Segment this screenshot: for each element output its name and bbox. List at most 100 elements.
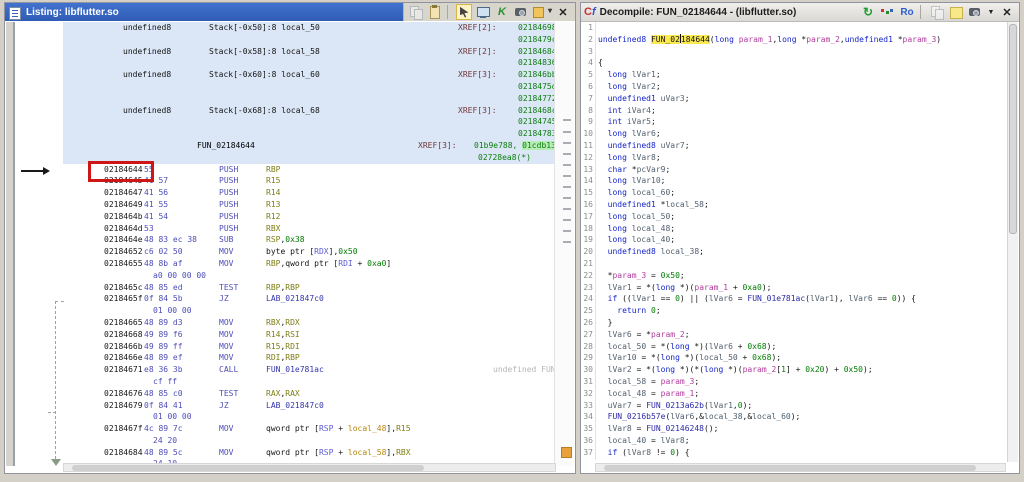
listing-row[interactable]: 0218479c( [63,33,556,46]
decompile-line[interactable]: 23 lVar1 = *(long *)(param_1 + 0xa0); [582,282,1006,294]
listing-row[interactable]: cf ff [63,376,556,388]
decompile-line[interactable]: 31 local_58 = param_3; [582,376,1006,388]
graph-icon[interactable] [879,4,895,20]
cursor-mode-icon[interactable] [456,4,472,20]
overview-tick[interactable] [563,186,571,188]
copy-icon[interactable] [408,4,424,20]
listing-row[interactable]: 24 20 [63,435,556,447]
listing-row[interactable]: 0218465c 48 85 ed TEST RBP,RBP [63,282,556,294]
listing-row[interactable]: FUN_02184644XREF[3]:01b9e788, 01cdb130 [63,139,556,152]
decompile-line[interactable]: 37 if (lVar8 != 0) { [582,447,1006,459]
listing-row[interactable]: 02184668 49 89 f6 MOV R14,RSI [63,329,556,341]
overview-tick[interactable] [563,142,571,144]
refresh-icon[interactable]: ↻ [860,4,876,20]
overview-tick[interactable] [563,230,571,232]
listing-row[interactable]: undefined8 Stack[-0x58]:8 local_58 XREF[2]… [63,45,556,58]
listing-row[interactable]: 02184836( [63,57,556,70]
decompile-line[interactable]: 7 undefined1 uVar3; [582,93,1006,105]
decompile-line[interactable]: 11 undefined8 uVar7; [582,140,1006,152]
decompile-line[interactable]: 19 long local_40; [582,234,1006,246]
overview-tick[interactable] [563,119,571,121]
bookmark-marker[interactable] [561,447,572,458]
listing-row[interactable]: 0218475d( [63,80,556,93]
listing-row[interactable]: 0218464e 48 83 ec 38 SUB RSP,0x38 [63,234,556,246]
listing-row[interactable]: 0218466b 49 89 ff MOV R15,RDI [63,341,556,353]
listing-row[interactable]: a0 00 00 00 [63,270,556,282]
listing-row[interactable]: 01 00 00 [63,411,556,423]
listing-row[interactable]: undefined8 Stack[-0x50]:8 local_50 XREF[2]… [63,22,556,34]
decompile-hscrollbar-thumb[interactable] [604,465,976,471]
display-snapshot-icon[interactable] [475,4,491,20]
listing-row[interactable]: 02184745( [63,116,556,129]
overview-tick[interactable] [563,131,571,133]
listing-row[interactable]: 0218466e 48 89 ef MOV RDI,RBP [63,352,556,364]
dropdown-arrow-icon[interactable]: ▼ [986,4,996,20]
decompile-line[interactable]: 6 long lVar2; [582,81,1006,93]
decompile-line[interactable]: 25 return 0; [582,305,1006,317]
decompile-line[interactable]: 16 undefined1 *local_58; [582,199,1006,211]
decompile-line[interactable]: 27 lVar6 = *param_2; [582,329,1006,341]
overview-tick[interactable] [563,241,571,243]
decompile-line[interactable]: 13 char *pcVar9; [582,164,1006,176]
decompile-line[interactable]: 18 long local_48; [582,223,1006,235]
listing-row[interactable]: 02184676 48 85 c0 TEST RAX,RAX [63,388,556,400]
overview-tick[interactable] [563,219,571,221]
listing-row[interactable]: 01 00 00 [63,305,556,317]
listing-row[interactable]: 02184649 41 55 PUSH R13 [63,199,556,211]
decompile-line[interactable]: 29 lVar10 = *(long *)(local_50 + 0x68); [582,352,1006,364]
listing-row[interactable]: 0218467f 4c 89 7c MOV qword ptr [RSP + loca… [63,423,556,435]
overview-tick[interactable] [563,197,571,199]
decompile-line[interactable]: 30 lVar2 = *(long *)(*(long *)(param_2[1… [582,364,1006,376]
listing-hscrollbar[interactable] [63,463,556,472]
decompile-line[interactable]: 17 long local_50; [582,211,1006,223]
decompile-line[interactable]: 2 undefined8 FUN_02184644(long param_1,lo… [582,33,1006,46]
listing-row[interactable]: 0218464b 41 54 PUSH R12 [63,211,556,223]
overview-tick[interactable] [563,164,571,166]
listing-row[interactable]: undefined8 Stack[-0x68]:8 local_68 XREF[3]… [63,104,556,117]
decompile-line[interactable]: 3 [582,46,1006,58]
decompile-line[interactable]: 33 uVar7 = FUN_0213a62b(lVar1,0); [582,400,1006,412]
decompile-line[interactable]: 38 if (lVar2 != 0) { [582,458,1006,460]
decompile-line[interactable]: 1 [582,22,1006,34]
listing-row[interactable]: 02184684 48 89 5c MOV qword ptr [RSP + loca… [63,447,556,459]
decompile-line[interactable]: 10 long lVar6; [582,128,1006,140]
decompile-line[interactable]: 21 [582,258,1006,270]
listing-row[interactable]: 02184772( [63,92,556,105]
camera-icon[interactable] [967,4,983,20]
overview-tick[interactable] [563,175,571,177]
listing-row[interactable]: 02184783( [63,128,556,140]
listing-row[interactable]: 02184655 48 8b af MOV RBP,qword ptr [RDI + … [63,258,556,270]
diff-view-icon[interactable]: K [494,4,510,20]
decompile-line[interactable]: 20 undefined8 local_38; [582,246,1006,258]
decompile-line[interactable]: 14 long lVar10; [582,175,1006,187]
listing-row[interactable]: 02184679 0f 84 41 JZ LAB_021847c0 [63,400,556,412]
camera-icon[interactable] [513,4,529,20]
decompile-hscrollbar[interactable] [595,463,1006,472]
copy-icon[interactable] [929,4,945,20]
decompile-line[interactable]: 24 if ((lVar1 == 0) || (lVar6 = FUN_01e7… [582,293,1006,305]
listing-row[interactable]: 0218465f 0f 84 5b JZ LAB_021847c0 [63,293,556,305]
decompile-vscrollbar[interactable] [1007,22,1018,462]
decompile-line[interactable]: 26 } [582,317,1006,329]
listing-row[interactable]: 0218464d 53 PUSH RBX [63,223,556,235]
decompile-line[interactable]: 9 int iVar5; [582,116,1006,128]
decompile-line[interactable]: 28 local_50 = *(long *)(lVar6 + 0x68); [582,341,1006,353]
listing-hscrollbar-thumb[interactable] [72,465,424,471]
listing-row[interactable]: undefined8 Stack[-0x60]:8 local_60 XREF[3]… [63,69,556,81]
decompile-line[interactable]: 5 long lVar1; [582,69,1006,81]
decompile-line[interactable]: 8 int iVar4; [582,105,1006,117]
overview-tick[interactable] [563,153,571,155]
decompile-line[interactable]: 35 lVar8 = FUN_02146248(); [582,423,1006,435]
listing-row[interactable]: 02184647 41 56 PUSH R14 [63,187,556,199]
decompile-line[interactable]: 34 FUN_0216b57e(lVar6,&local_38,&local_6… [582,411,1006,423]
close-icon[interactable]: ✕ [555,4,571,20]
decompile-line[interactable]: 15 long local_60; [582,187,1006,199]
listing-row[interactable]: 02184652 c6 02 50 MOV byte ptr [RDX],0x50 [63,246,556,258]
overview-tick[interactable] [563,208,571,210]
listing-row[interactable]: 02184671 e8 36 3b CALL FUN_01e781ac undefine… [63,364,556,376]
decompile-line[interactable]: 4{ [582,57,1006,69]
decompile-vscrollbar-thumb[interactable] [1009,24,1017,234]
window-menu-icon[interactable] [532,4,552,20]
decompile-line[interactable]: 12 long lVar8; [582,152,1006,164]
ro-icon[interactable]: Ro [898,4,916,20]
